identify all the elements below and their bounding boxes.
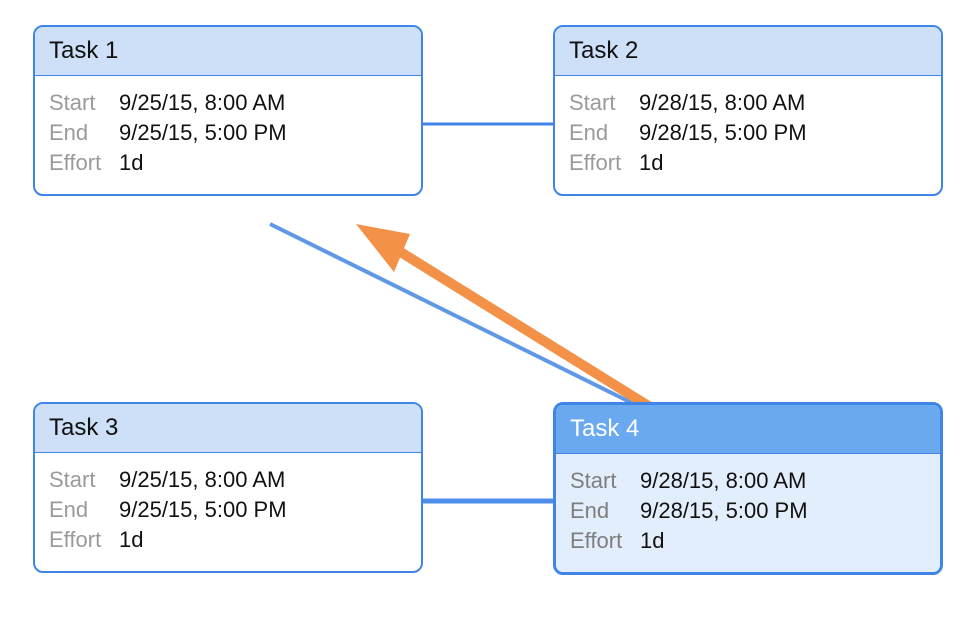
task-card-4[interactable]: Task 4 Start 9/28/15, 8:00 AM End 9/28/1… — [553, 402, 943, 575]
field-value-effort: 1d — [119, 150, 143, 176]
field-label-end: End — [49, 120, 119, 146]
field-label-effort: Effort — [569, 150, 639, 176]
task-row-start: Start 9/28/15, 8:00 AM — [570, 468, 926, 494]
task-row-end: End 9/28/15, 5:00 PM — [569, 120, 927, 146]
field-label-end: End — [49, 497, 119, 523]
task-title: Task 1 — [35, 27, 421, 76]
task-card-3[interactable]: Task 3 Start 9/25/15, 8:00 AM End 9/25/1… — [33, 402, 423, 573]
task-row-effort: Effort 1d — [49, 527, 407, 553]
task-row-end: End 9/25/15, 5:00 PM — [49, 497, 407, 523]
drag-dependency-arrow — [356, 224, 655, 410]
task-row-start: Start 9/25/15, 8:00 AM — [49, 90, 407, 116]
field-label-start: Start — [570, 468, 640, 494]
field-label-start: Start — [49, 90, 119, 116]
task-row-start: Start 9/28/15, 8:00 AM — [569, 90, 927, 116]
task-row-end: End 9/28/15, 5:00 PM — [570, 498, 926, 524]
connector-task4-task1-diagonal — [270, 224, 632, 403]
field-label-start: Start — [569, 90, 639, 116]
field-label-end: End — [569, 120, 639, 146]
field-value-start: 9/28/15, 8:00 AM — [639, 90, 805, 116]
task-row-start: Start 9/25/15, 8:00 AM — [49, 467, 407, 493]
field-value-start: 9/28/15, 8:00 AM — [640, 468, 806, 494]
task-row-effort: Effort 1d — [49, 150, 407, 176]
task-card-2[interactable]: Task 2 Start 9/28/15, 8:00 AM End 9/28/1… — [553, 25, 943, 196]
field-value-end: 9/28/15, 5:00 PM — [639, 120, 807, 146]
task-body: Start 9/28/15, 8:00 AM End 9/28/15, 5:00… — [555, 76, 941, 194]
task-body: Start 9/25/15, 8:00 AM End 9/25/15, 5:00… — [35, 453, 421, 571]
task-body: Start 9/25/15, 8:00 AM End 9/25/15, 5:00… — [35, 76, 421, 194]
field-value-start: 9/25/15, 8:00 AM — [119, 90, 285, 116]
task-row-end: End 9/25/15, 5:00 PM — [49, 120, 407, 146]
field-label-effort: Effort — [49, 150, 119, 176]
task-title: Task 4 — [556, 405, 940, 454]
field-label-effort: Effort — [49, 527, 119, 553]
task-body: Start 9/28/15, 8:00 AM End 9/28/15, 5:00… — [556, 454, 940, 572]
task-title: Task 3 — [35, 404, 421, 453]
field-label-start: Start — [49, 467, 119, 493]
task-card-1[interactable]: Task 1 Start 9/25/15, 8:00 AM End 9/25/1… — [33, 25, 423, 196]
field-value-effort: 1d — [119, 527, 143, 553]
field-value-start: 9/25/15, 8:00 AM — [119, 467, 285, 493]
field-label-effort: Effort — [570, 528, 640, 554]
field-value-effort: 1d — [639, 150, 663, 176]
field-value-effort: 1d — [640, 528, 664, 554]
field-value-end: 9/25/15, 5:00 PM — [119, 120, 287, 146]
field-value-end: 9/28/15, 5:00 PM — [640, 498, 808, 524]
task-row-effort: Effort 1d — [570, 528, 926, 554]
field-label-end: End — [570, 498, 640, 524]
field-value-end: 9/25/15, 5:00 PM — [119, 497, 287, 523]
task-title: Task 2 — [555, 27, 941, 76]
task-row-effort: Effort 1d — [569, 150, 927, 176]
